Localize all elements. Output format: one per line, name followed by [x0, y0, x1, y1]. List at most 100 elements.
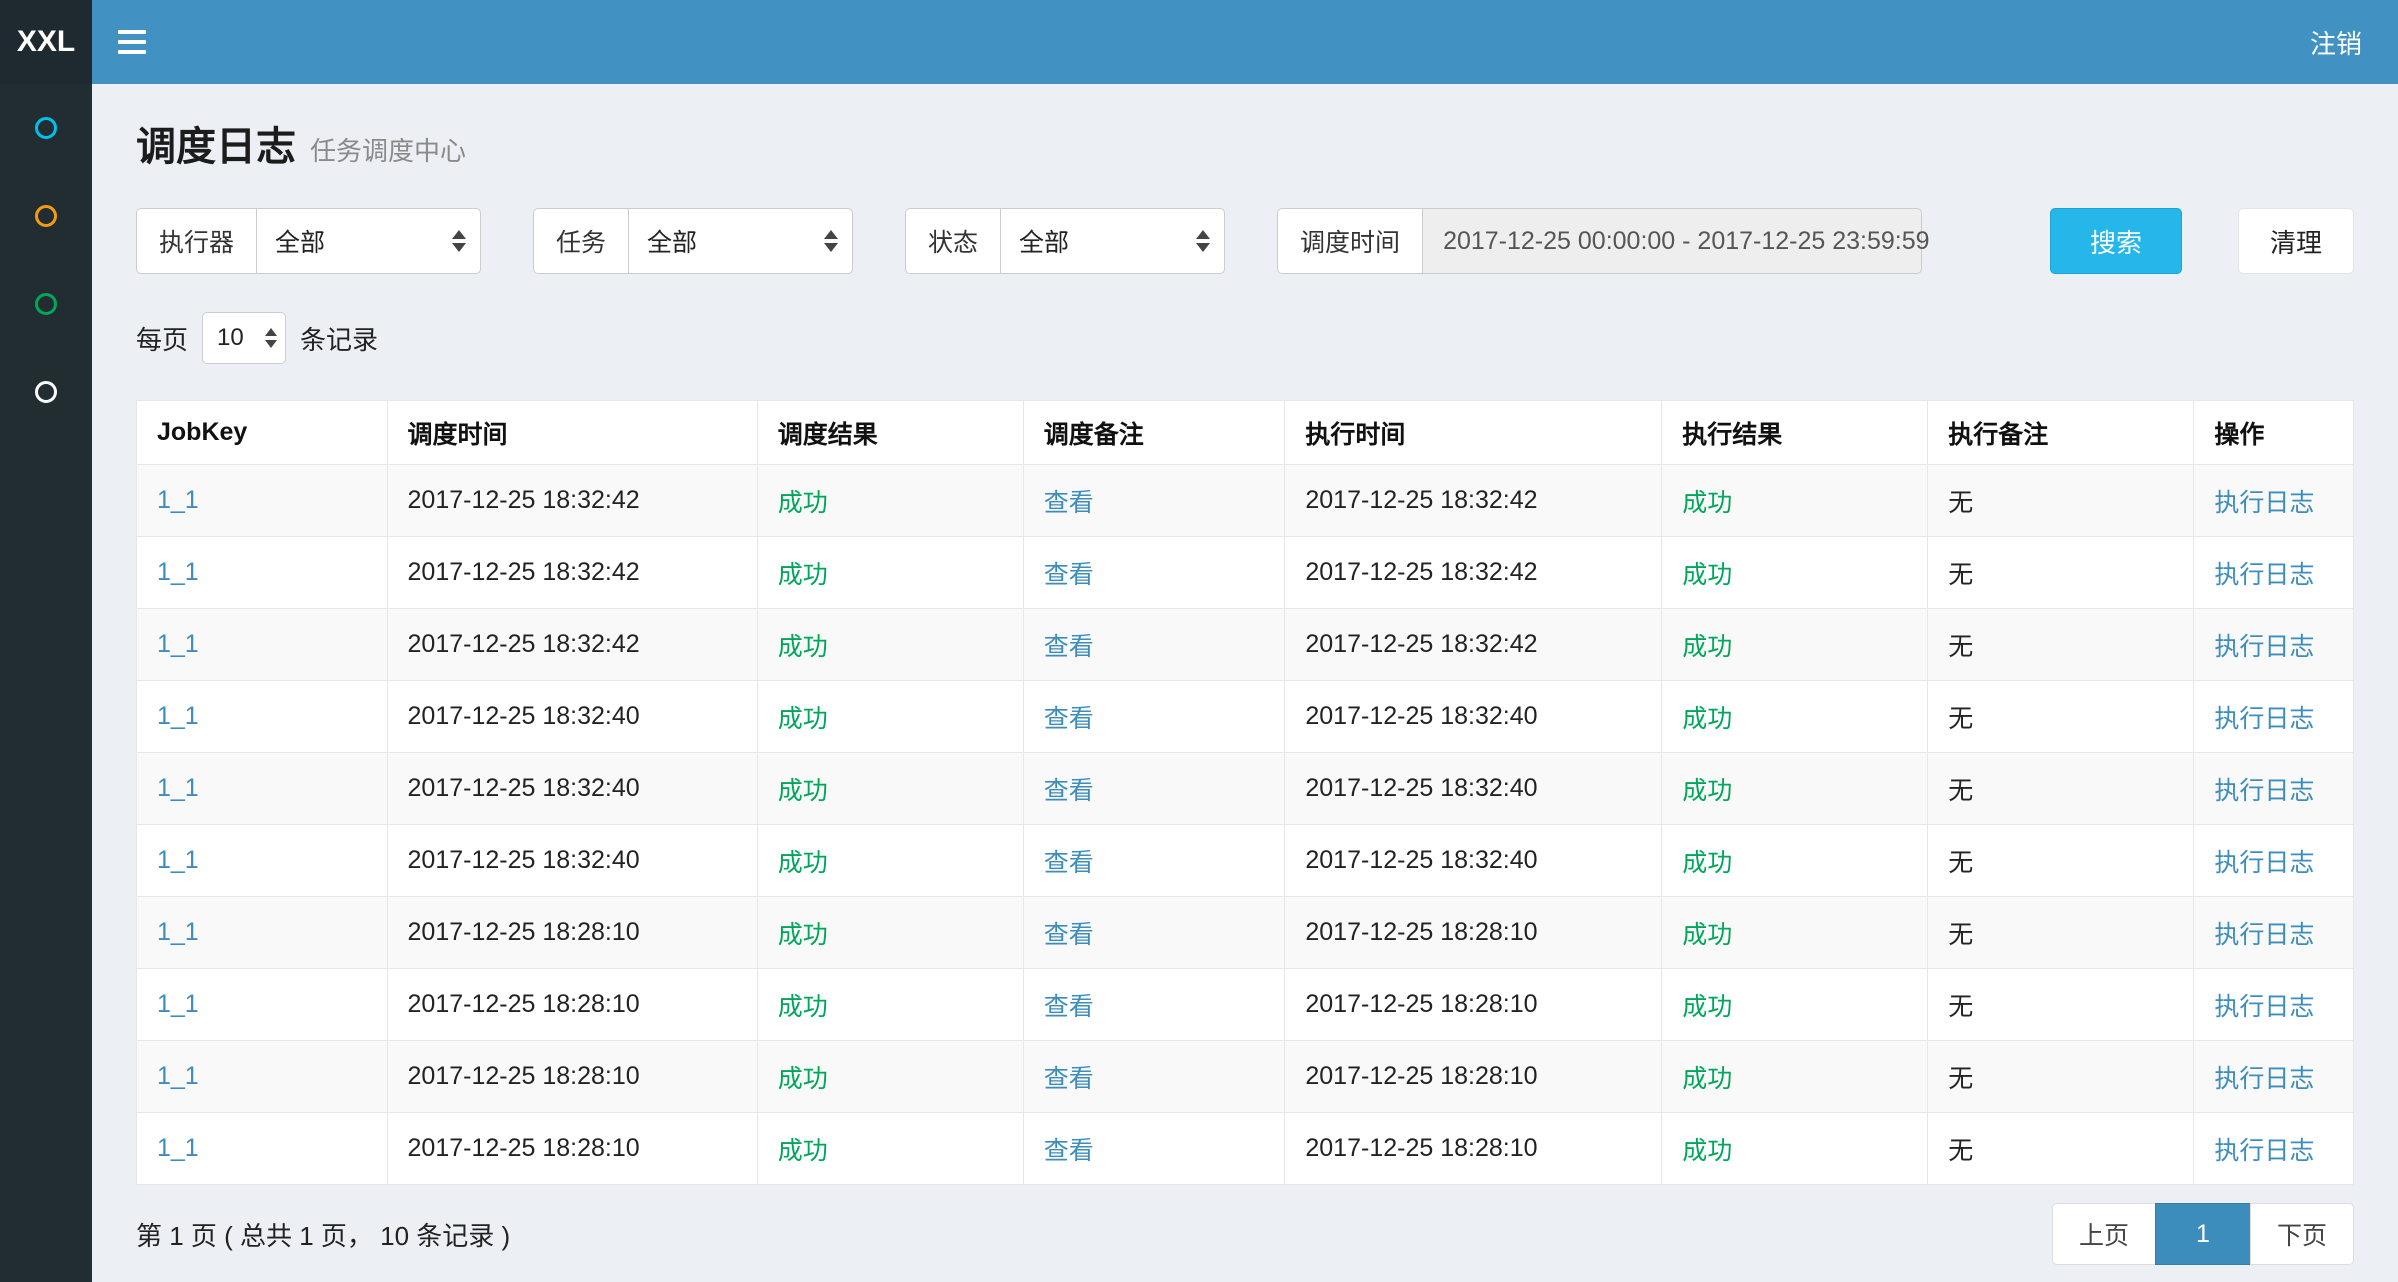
- exec-result-cell: 成功: [1682, 777, 1732, 805]
- job-key-link[interactable]: 1_1: [157, 990, 199, 1018]
- dispatch-time-cell: 2017-12-25 18:32:42: [408, 486, 640, 514]
- table-row: 1_12017-12-25 18:28:10成功查看2017-12-25 18:…: [137, 897, 2354, 969]
- job-key-link[interactable]: 1_1: [157, 486, 199, 514]
- logout-link[interactable]: 注销: [2274, 0, 2398, 84]
- view-remark-link[interactable]: 查看: [1044, 1137, 1094, 1165]
- table-footer: 第 1 页 ( 总共 1 页， 10 条记录 ) 上页 1 下页: [136, 1203, 2354, 1265]
- circle-icon: [35, 293, 57, 315]
- job-key-link[interactable]: 1_1: [157, 1062, 199, 1090]
- exec-time-cell: 2017-12-25 18:32:40: [1305, 702, 1537, 730]
- page-summary: 第 1 页 ( 总共 1 页， 10 条记录 ): [136, 1216, 510, 1253]
- sidebar-item-2[interactable]: [0, 172, 92, 260]
- time-filter-label: 调度时间: [1277, 208, 1422, 274]
- job-key-link[interactable]: 1_1: [157, 1134, 199, 1162]
- view-remark-link[interactable]: 查看: [1044, 489, 1094, 517]
- view-remark-link[interactable]: 查看: [1044, 993, 1094, 1021]
- exec-log-link[interactable]: 执行日志: [2214, 1137, 2314, 1165]
- app-logo[interactable]: XXL: [0, 0, 92, 84]
- exec-time-cell: 2017-12-25 18:28:10: [1305, 1134, 1537, 1162]
- exec-time-cell: 2017-12-25 18:28:10: [1305, 1062, 1537, 1090]
- exec-log-link[interactable]: 执行日志: [2214, 561, 2314, 589]
- view-remark-link[interactable]: 查看: [1044, 705, 1094, 733]
- exec-remark-cell: 无: [1948, 921, 1973, 949]
- status-filter-label: 状态: [905, 208, 1000, 274]
- exec-remark-cell: 无: [1948, 633, 1973, 661]
- dispatch-result-cell: 成功: [778, 849, 828, 877]
- job-select[interactable]: 全部: [628, 208, 853, 274]
- exec-log-link[interactable]: 执行日志: [2214, 1065, 2314, 1093]
- top-navbar: XXL 注销: [0, 0, 2398, 84]
- job-key-link[interactable]: 1_1: [157, 630, 199, 658]
- exec-remark-cell: 无: [1948, 1065, 1973, 1093]
- status-select[interactable]: 全部: [1000, 208, 1225, 274]
- dispatch-result-cell: 成功: [778, 561, 828, 589]
- column-header: 执行结果: [1662, 401, 1928, 465]
- sidebar-item-4[interactable]: [0, 348, 92, 436]
- view-remark-link[interactable]: 查看: [1044, 849, 1094, 877]
- exec-time-cell: 2017-12-25 18:28:10: [1305, 990, 1537, 1018]
- exec-result-cell: 成功: [1682, 921, 1732, 949]
- job-key-link[interactable]: 1_1: [157, 918, 199, 946]
- clear-button[interactable]: 清理: [2238, 208, 2354, 274]
- job-key-link[interactable]: 1_1: [157, 702, 199, 730]
- executor-select[interactable]: 全部: [256, 208, 481, 274]
- job-filter-label: 任务: [533, 208, 628, 274]
- exec-time-cell: 2017-12-25 18:32:40: [1305, 774, 1537, 802]
- table-row: 1_12017-12-25 18:28:10成功查看2017-12-25 18:…: [137, 969, 2354, 1041]
- sidebar-toggle-icon[interactable]: [92, 0, 172, 84]
- job-key-link[interactable]: 1_1: [157, 558, 199, 586]
- exec-log-link[interactable]: 执行日志: [2214, 921, 2314, 949]
- table-row: 1_1 2017-12-25 18:32:40 成功 查看 2017-12-25 18:…: [137, 753, 2354, 825]
- dispatch-time-cell: 2017-12-25 18:32:42: [408, 558, 640, 586]
- job-key-link[interactable]: 1_1: [157, 774, 199, 802]
- page-number-button[interactable]: 1: [2155, 1203, 2251, 1265]
- log-table-head-row: JobKey调度时间调度结果调度备注执行时间执行结果执行备注操作: [137, 401, 2354, 465]
- exec-remark-cell: 无: [1948, 993, 1973, 1021]
- per-page-select[interactable]: 10: [202, 312, 286, 364]
- time-filter-group: 调度时间 2017-12-25 00:00:00 - 2017-12-25 23…: [1277, 208, 1922, 274]
- sidebar-item-1[interactable]: [0, 84, 92, 172]
- view-remark-link[interactable]: 查看: [1044, 921, 1094, 949]
- job-filter-group: 任务 全部: [533, 208, 853, 274]
- prev-page-button[interactable]: 上页: [2052, 1203, 2156, 1265]
- sidebar-menu: [0, 84, 92, 1282]
- exec-log-link[interactable]: 执行日志: [2214, 777, 2314, 805]
- view-remark-link[interactable]: 查看: [1044, 561, 1094, 589]
- sidebar-item-3[interactable]: [0, 260, 92, 348]
- exec-result-cell: 成功: [1682, 489, 1732, 517]
- dispatch-time-cell: 2017-12-25 18:28:10: [408, 990, 640, 1018]
- dispatch-time-cell: 2017-12-25 18:32:40: [408, 702, 640, 730]
- exec-log-link[interactable]: 执行日志: [2214, 849, 2314, 877]
- exec-remark-cell: 无: [1948, 849, 1973, 877]
- table-row: 1_12017-12-25 18:28:10成功查看2017-12-25 18:…: [137, 1041, 2354, 1113]
- column-header: JobKey: [137, 401, 388, 465]
- exec-time-cell: 2017-12-25 18:28:10: [1305, 918, 1537, 946]
- exec-time-cell: 2017-12-25 18:32:42: [1305, 630, 1537, 658]
- circle-icon: [35, 381, 57, 403]
- table-row: 1_12017-12-25 18:28:10成功查看2017-12-25 18:…: [137, 1113, 2354, 1185]
- exec-remark-cell: 无: [1948, 561, 1973, 589]
- search-button[interactable]: 搜索: [2050, 208, 2182, 274]
- select-arrows-icon: [1196, 230, 1210, 252]
- exec-log-link[interactable]: 执行日志: [2214, 633, 2314, 661]
- exec-result-cell: 成功: [1682, 561, 1732, 589]
- per-page-control: 每页 10 条记录: [136, 312, 2354, 364]
- executor-filter-group: 执行器 全部: [136, 208, 481, 274]
- view-remark-link[interactable]: 查看: [1044, 1065, 1094, 1093]
- per-page-suffix: 条记录: [300, 320, 378, 357]
- dispatch-time-cell: 2017-12-25 18:32:40: [408, 774, 640, 802]
- view-remark-link[interactable]: 查看: [1044, 633, 1094, 661]
- executor-filter-label: 执行器: [136, 208, 256, 274]
- time-range-input[interactable]: 2017-12-25 00:00:00 - 2017-12-25 23:59:5…: [1422, 208, 1922, 274]
- dispatch-result-cell: 成功: [778, 777, 828, 805]
- page-header: 调度日志 任务调度中心: [136, 114, 2354, 172]
- navbar-main: 注销: [92, 0, 2398, 84]
- dispatch-result-cell: 成功: [778, 1137, 828, 1165]
- exec-log-link[interactable]: 执行日志: [2214, 993, 2314, 1021]
- exec-log-link[interactable]: 执行日志: [2214, 489, 2314, 517]
- next-page-button[interactable]: 下页: [2250, 1203, 2354, 1265]
- job-key-link[interactable]: 1_1: [157, 846, 199, 874]
- exec-log-link[interactable]: 执行日志: [2214, 705, 2314, 733]
- filter-bar: 执行器 全部 任务 全部 状态 全部 调度时间 2017-12-25 00:00…: [136, 208, 2354, 274]
- view-remark-link[interactable]: 查看: [1044, 777, 1094, 805]
